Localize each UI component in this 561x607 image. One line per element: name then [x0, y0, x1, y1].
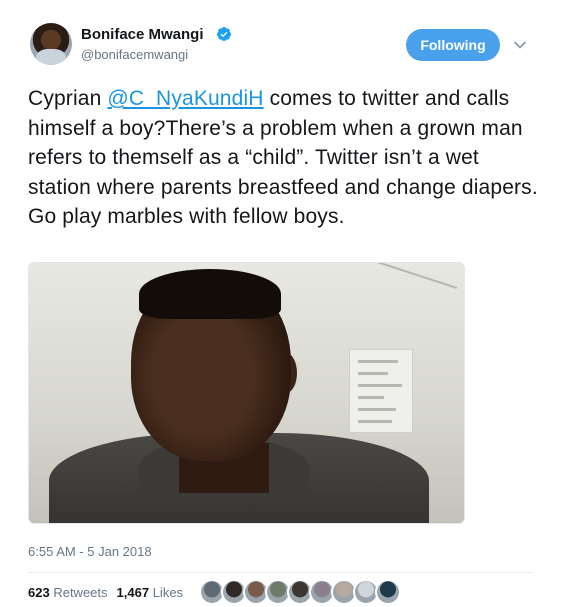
likes-count: 1,467: [116, 585, 150, 600]
tweet-text-start: Cyprian: [28, 87, 108, 110]
tweet-stats: 623 Retweets 1,467 Likes: [28, 585, 183, 600]
liker-avatar[interactable]: [375, 579, 401, 605]
author-name[interactable]: Boniface Mwangi: [81, 26, 204, 43]
tweet-timestamp[interactable]: 6:55 AM - 5 Jan 2018: [28, 544, 152, 559]
liker-avatars: [199, 579, 401, 607]
verified-badge-icon: [216, 27, 231, 41]
mention-link[interactable]: @C_NyaKundiH: [107, 87, 263, 110]
author-handle[interactable]: @bonifacemwangi: [81, 47, 188, 62]
tweet-text: Cyprian @C_NyaKundiH comes to twitter an…: [28, 84, 538, 232]
retweets-count: 623: [28, 585, 50, 600]
divider: [28, 572, 533, 573]
retweets-stat[interactable]: 623 Retweets: [28, 585, 108, 600]
tweet-header: Boniface Mwangi @bonifacemwangi Followin…: [0, 0, 561, 80]
wall-poster: [349, 349, 413, 433]
author-avatar[interactable]: [30, 23, 72, 65]
retweets-label: Retweets: [53, 585, 108, 600]
following-button[interactable]: Following: [406, 29, 500, 61]
likes-stat[interactable]: 1,467 Likes: [117, 585, 184, 600]
tweet-photo[interactable]: [28, 262, 465, 524]
likes-label: Likes: [152, 585, 184, 600]
chevron-down-icon[interactable]: [513, 38, 527, 52]
